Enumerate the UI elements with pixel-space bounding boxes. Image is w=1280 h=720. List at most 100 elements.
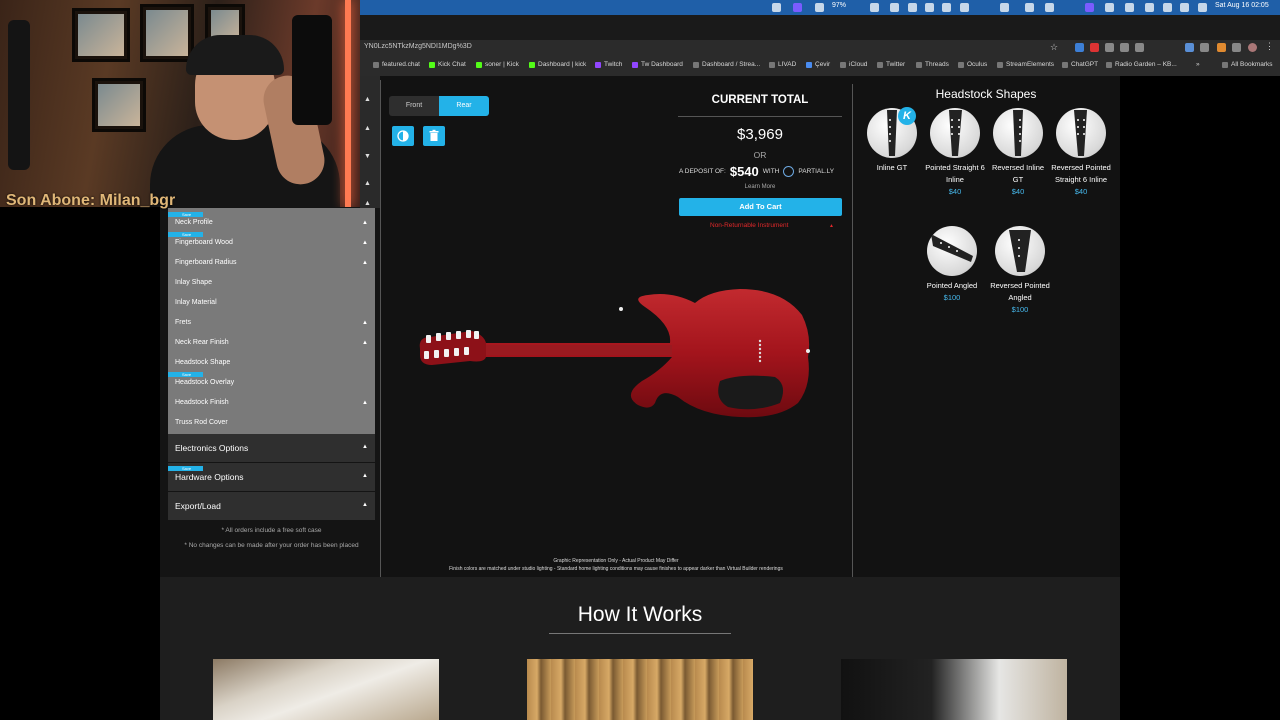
guitar-neck (482, 345, 672, 355)
bookmark-item[interactable]: LIVAD (769, 61, 796, 68)
add-to-cart-button[interactable]: Add To Cart (679, 198, 842, 216)
chevron-up-icon[interactable]: ▲ (362, 320, 368, 326)
view-rear-button[interactable]: Rear (439, 96, 489, 116)
option-fingerboard-radius[interactable]: Fingerboard Radius (175, 259, 236, 266)
bluetooth-icon[interactable] (908, 3, 917, 12)
guitar-render[interactable] (410, 285, 820, 425)
headstock-option-pointed-straight-6-inline[interactable]: Pointed Straight 6 Inline $40 (924, 108, 986, 198)
extension-icon[interactable] (1217, 43, 1226, 52)
chevron-down-icon[interactable]: ▼ (364, 153, 371, 160)
url-text[interactable]: YN0Lzc5NTkzMzg5NDI1MDg%3D (364, 43, 472, 50)
bookmark-item[interactable]: Dashboard | kick (529, 61, 586, 68)
bookmark-item[interactable]: Dashboard / Strea... (693, 61, 760, 68)
option-inlay-material[interactable]: Inlay Material (175, 299, 217, 306)
headstock-option-reversed-inline-gt[interactable]: Reversed Inline GT $40 (987, 108, 1049, 198)
option-neck-profile[interactable]: Neck Profile (175, 219, 213, 226)
bookmark-item[interactable]: iCloud (840, 61, 867, 68)
all-bookmarks[interactable]: All Bookmarks (1222, 61, 1273, 68)
more-vertical-icon[interactable]: ⋮ (1265, 41, 1274, 52)
puzzle-icon[interactable] (1232, 43, 1241, 52)
bookmark-item[interactable]: Oculus (958, 61, 987, 68)
bookmark-item[interactable]: Kick Chat (429, 61, 466, 68)
app-icon[interactable] (793, 3, 802, 12)
star-icon[interactable]: ☆ (1050, 42, 1058, 53)
option-neck-rear-finish[interactable]: Neck Rear Finish (175, 339, 229, 346)
app-icon[interactable] (1000, 3, 1009, 12)
app-icon[interactable] (772, 3, 781, 12)
bookmark-item[interactable]: featured.chat (373, 61, 420, 68)
chevron-up-icon[interactable]: ▲ (362, 240, 368, 246)
contrast-toggle-button[interactable] (392, 126, 414, 146)
bookmark-item[interactable]: Tw Dashboard (632, 61, 683, 68)
extension-icon[interactable] (1075, 43, 1084, 52)
option-truss-rod-cover[interactable]: Truss Rod Cover (175, 419, 228, 426)
chevron-up-icon[interactable]: ▲ (364, 125, 371, 132)
clock[interactable]: Sat Aug 16 02:05 (1215, 2, 1269, 9)
chevron-up-icon[interactable]: ▲ (362, 260, 368, 266)
app-icon[interactable] (815, 3, 824, 12)
record-icon[interactable] (1025, 3, 1034, 12)
chevron-up-icon[interactable]: ▲ (364, 180, 371, 187)
chevron-up-icon[interactable]: ▲ (364, 200, 371, 207)
extension-icon[interactable] (1185, 43, 1194, 52)
delete-button[interactable] (423, 126, 445, 146)
chevron-up-icon[interactable]: ▲ (362, 400, 368, 406)
headstock-option-reversed-pointed-straight-6-inline[interactable]: Reversed Pointed Straight 6 Inline $40 (1050, 108, 1112, 198)
option-headstock-finish[interactable]: Headstock Finish (175, 399, 229, 406)
app-icon[interactable] (1085, 3, 1094, 12)
view-front-button[interactable]: Front (389, 96, 439, 116)
network-graph-icon[interactable] (960, 3, 969, 12)
chevron-up-icon[interactable]: ▲ (362, 340, 368, 346)
app-icon[interactable] (1045, 3, 1054, 12)
bookmark-item[interactable]: soner | Kick (476, 61, 519, 68)
user-icon[interactable] (1163, 3, 1172, 12)
extension-icon[interactable] (1090, 43, 1099, 52)
menu-icon[interactable] (942, 3, 951, 12)
address-bar[interactable]: YN0Lzc5NTkzMzg5NDI1MDg%3D ☆ ⋮ (360, 40, 1280, 56)
avatar[interactable] (1248, 43, 1257, 52)
bookmark-item[interactable]: Twitter (877, 61, 905, 68)
bookmark-item[interactable]: Threads (916, 61, 949, 68)
section-electronics-options[interactable]: Electronics Options ▲ (168, 434, 375, 462)
option-inlay-shape[interactable]: Inlay Shape (175, 279, 212, 286)
total-price: $3,969 (737, 126, 783, 143)
moon-icon[interactable] (870, 3, 879, 12)
headstock-option-reversed-pointed-angled[interactable]: Reversed Pointed Angled $100 (989, 226, 1051, 316)
chevron-up-icon[interactable]: ▲ (362, 473, 368, 479)
wifi-icon[interactable] (1145, 3, 1154, 12)
search-icon[interactable] (1180, 3, 1189, 12)
extension-icon[interactable] (1120, 43, 1129, 52)
option-headstock-shape[interactable]: Headstock Shape (175, 359, 230, 366)
option-frets[interactable]: Frets (175, 319, 191, 326)
option-headstock-overlay[interactable]: Headstock Overlay (175, 379, 234, 386)
divider (678, 116, 842, 117)
bookmark-item[interactable]: Radio Garden – KB... (1106, 61, 1177, 68)
monitor-icon[interactable] (890, 3, 899, 12)
chevron-up-icon[interactable]: ▲ (364, 96, 371, 103)
bookmark-item[interactable]: ChatGPT (1062, 61, 1098, 68)
chevron-up-icon[interactable]: ▲ (362, 220, 368, 226)
extension-icon[interactable] (1135, 43, 1144, 52)
bookmark-item[interactable]: Twitch (595, 61, 622, 68)
learn-more-link[interactable]: Learn More (678, 184, 842, 190)
bookmark-item[interactable]: StreamElements (997, 61, 1054, 68)
bookmark-item[interactable]: Çevir (806, 61, 830, 68)
partially-label[interactable]: PARTIAL.LY (798, 168, 834, 175)
play-icon[interactable] (1105, 3, 1114, 12)
section-hardware-options[interactable]: Save Hardware Options ▲ (168, 463, 375, 491)
battery-status[interactable]: 97% (832, 2, 846, 9)
extension-icon[interactable] (1105, 43, 1114, 52)
bookmarks-overflow[interactable]: » (1196, 61, 1200, 68)
headstock-option-pointed-angled[interactable]: Pointed Angled $100 (921, 226, 983, 304)
menu-icon[interactable] (925, 3, 934, 12)
section-export-load[interactable]: Export/Load ▲ (168, 492, 375, 520)
headstock-option-inline-gt[interactable]: K Inline GT (861, 107, 923, 174)
option-fingerboard-wood[interactable]: Fingerboard Wood (175, 239, 233, 246)
chevron-up-icon[interactable]: ▲ (829, 223, 834, 229)
volume-icon[interactable] (1125, 3, 1134, 12)
chevron-up-icon[interactable]: ▲ (362, 502, 368, 508)
extension-icon[interactable] (1200, 43, 1209, 52)
non-returnable-toggle[interactable]: Non-Returnable Instrument (710, 222, 788, 229)
chevron-up-icon[interactable]: ▲ (362, 444, 368, 450)
control-center-icon[interactable] (1198, 3, 1207, 12)
